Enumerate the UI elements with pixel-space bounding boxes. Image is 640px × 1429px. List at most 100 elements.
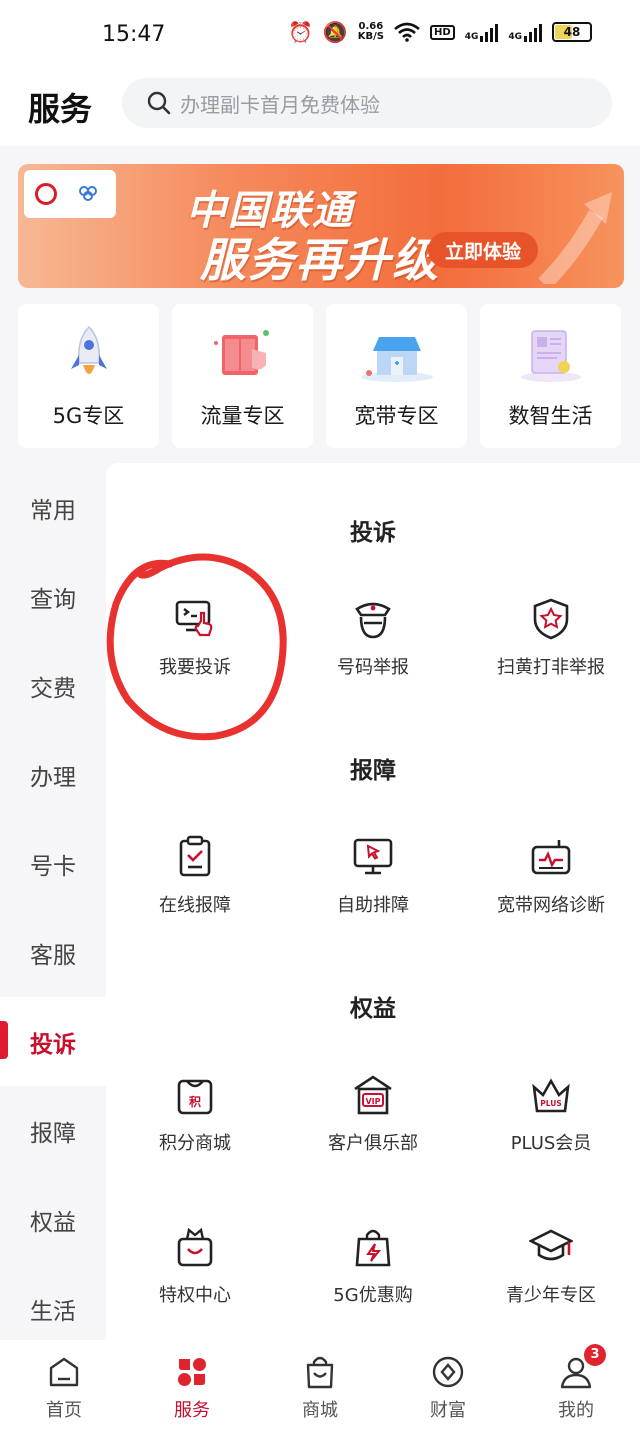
service-item-points-mall[interactable]: 积 积分商城 — [106, 1073, 284, 1155]
nav-label: 首页 — [46, 1400, 82, 1421]
sidebar-item-customer-service[interactable]: 客服 — [0, 908, 106, 997]
promo-banner[interactable]: 中国联通 服务再升级 立即体验 — [18, 164, 624, 288]
service-item-label: 积分商城 — [159, 1133, 231, 1154]
sidebar-item-common[interactable]: 常用 — [0, 463, 106, 552]
service-item-5g-discount[interactable]: 5G优惠购 — [284, 1225, 462, 1307]
search-icon — [147, 91, 171, 115]
service-item-label: 客户俱乐部 — [328, 1133, 418, 1154]
nav-label: 服务 — [174, 1400, 210, 1421]
service-item-plus-member[interactable]: PLUS PLUS会员 — [462, 1073, 640, 1155]
net-label-2: 4G — [508, 32, 522, 42]
service-item-label: 扫黄打非举报 — [497, 657, 605, 678]
search-placeholder: 办理副卡首月免费体验 — [180, 92, 380, 117]
page-title: 服务 — [28, 90, 93, 128]
data-flow-icon — [213, 330, 269, 375]
battery-level: 48 — [563, 25, 581, 39]
shopping-bag-icon — [306, 1356, 334, 1389]
police-officer-icon — [355, 602, 391, 639]
service-item-label: 青少年专区 — [506, 1285, 596, 1306]
nav-label: 我的 — [558, 1400, 594, 1421]
svg-text:VIP: VIP — [365, 1097, 380, 1106]
service-item-privilege-center[interactable]: 特权中心 — [106, 1225, 284, 1307]
notification-badge: 3 — [584, 1344, 606, 1366]
signal-2: 4G — [508, 22, 542, 42]
quick-card-5g[interactable]: 5G专区 — [18, 304, 159, 448]
service-item-label: PLUS会员 — [510, 1133, 592, 1154]
mute-bell-icon: 🔕 — [322, 20, 348, 44]
monitor-cursor-icon — [353, 838, 393, 875]
nav-profile[interactable]: 我的 3 — [512, 1340, 640, 1429]
service-item-anti-porn-report[interactable]: 扫黄打非举报 — [462, 597, 640, 679]
complaint-monitor-icon — [175, 600, 213, 637]
quick-card-broadband[interactable]: 宽带专区 — [326, 304, 467, 448]
sidebar-item-payment[interactable]: 交费 — [0, 641, 106, 730]
speed-unit: KB/S — [357, 31, 385, 42]
service-item-number-report[interactable]: 号码举报 — [284, 597, 462, 679]
svg-text:积: 积 — [189, 1094, 201, 1109]
status-time: 15:47 — [102, 22, 166, 47]
hd-icon: HD — [430, 24, 455, 40]
service-item-label: 5G优惠购 — [333, 1285, 413, 1306]
quick-card-label: 5G专区 — [52, 404, 125, 428]
search-input[interactable]: 办理副卡首月免费体验 — [122, 78, 612, 128]
quick-card-label: 宽带专区 — [354, 404, 439, 428]
nav-label: 商城 — [302, 1400, 338, 1421]
service-item-broadband-diagnosis[interactable]: 宽带网络诊断 — [462, 835, 640, 917]
nav-label: 财富 — [430, 1400, 466, 1421]
service-item-label: 在线报障 — [159, 895, 231, 916]
wifi-icon — [394, 22, 420, 42]
service-clover-icon — [178, 1358, 206, 1386]
bottom-navigation: 首页 服务 商城 财富 我的 3 — [0, 1340, 640, 1429]
plus-crown-icon: PLUS — [532, 1078, 570, 1113]
quick-card-smart-life[interactable]: 数智生活 — [480, 304, 621, 448]
battery-icon: 48 — [552, 22, 592, 42]
wealth-coin-icon — [432, 1356, 464, 1388]
service-item-complaint[interactable]: 我要投诉 — [106, 597, 284, 679]
quick-card-data[interactable]: 流量专区 — [172, 304, 313, 448]
rocket-icon — [70, 325, 107, 374]
crown-bag-icon — [177, 1227, 213, 1267]
nav-wealth[interactable]: 财富 — [384, 1340, 512, 1429]
section-title-benefits: 权益 — [350, 996, 396, 1022]
vip-house-icon: VIP — [354, 1075, 392, 1115]
router-pulse-icon — [531, 840, 571, 875]
svg-text:PLUS: PLUS — [540, 1099, 562, 1108]
service-item-customer-club[interactable]: VIP 客户俱乐部 — [284, 1073, 462, 1155]
sidebar-item-complaint[interactable]: 投诉 — [0, 997, 106, 1086]
service-item-label: 我要投诉 — [159, 657, 231, 678]
sidebar-item-fault-report[interactable]: 报障 — [0, 1086, 106, 1175]
service-item-youth-zone[interactable]: 青少年专区 — [462, 1225, 640, 1307]
sidebar-item-number-card[interactable]: 号卡 — [0, 819, 106, 908]
section-title-complaint: 投诉 — [350, 520, 396, 546]
service-item-label: 号码举报 — [337, 657, 409, 678]
nav-mall[interactable]: 商城 — [256, 1340, 384, 1429]
clipboard-check-icon — [179, 835, 211, 877]
alarm-icon: ⏰ — [287, 20, 313, 44]
service-item-label: 自助排障 — [337, 895, 409, 916]
nav-home[interactable]: 首页 — [0, 1340, 128, 1429]
sidebar-item-benefits[interactable]: 权益 — [0, 1175, 106, 1264]
banner-cta-button[interactable]: 立即体验 — [428, 232, 538, 268]
broadband-house-icon — [360, 337, 433, 382]
quick-card-label: 流量专区 — [200, 404, 285, 428]
status-icons: ⏰ 🔕 0.66 KB/S HD 4G 4G 48 — [288, 22, 592, 42]
home-icon — [49, 1357, 79, 1387]
network-speed: 0.66 KB/S — [358, 22, 384, 42]
header: 服务 办理副卡首月免费体验 — [0, 72, 640, 144]
status-bar: 15:47 ⏰ 🔕 0.66 KB/S HD 4G 4G 48 — [0, 0, 640, 72]
star-shield-icon — [533, 598, 569, 640]
net-label-1: 4G — [464, 32, 479, 42]
sidebar-item-handle[interactable]: 办理 — [0, 730, 106, 819]
lightning-bag-icon — [355, 1229, 391, 1267]
nav-service[interactable]: 服务 — [128, 1340, 256, 1429]
service-item-online-fault-report[interactable]: 在线报障 — [106, 835, 284, 917]
graduation-cap-icon — [529, 1229, 573, 1261]
section-title-fault-report: 报障 — [350, 758, 396, 784]
points-bag-icon: 积 — [177, 1079, 213, 1115]
category-sidebar: 常用 查询 交费 办理 号卡 客服 投诉 报障 权益 生活 — [0, 463, 106, 1353]
smart-life-icon — [520, 330, 581, 382]
service-item-self-troubleshoot[interactable]: 自助排障 — [284, 835, 462, 917]
upward-arrow-icon — [538, 192, 612, 284]
service-item-label: 特权中心 — [159, 1285, 231, 1306]
sidebar-item-query[interactable]: 查询 — [0, 552, 106, 641]
